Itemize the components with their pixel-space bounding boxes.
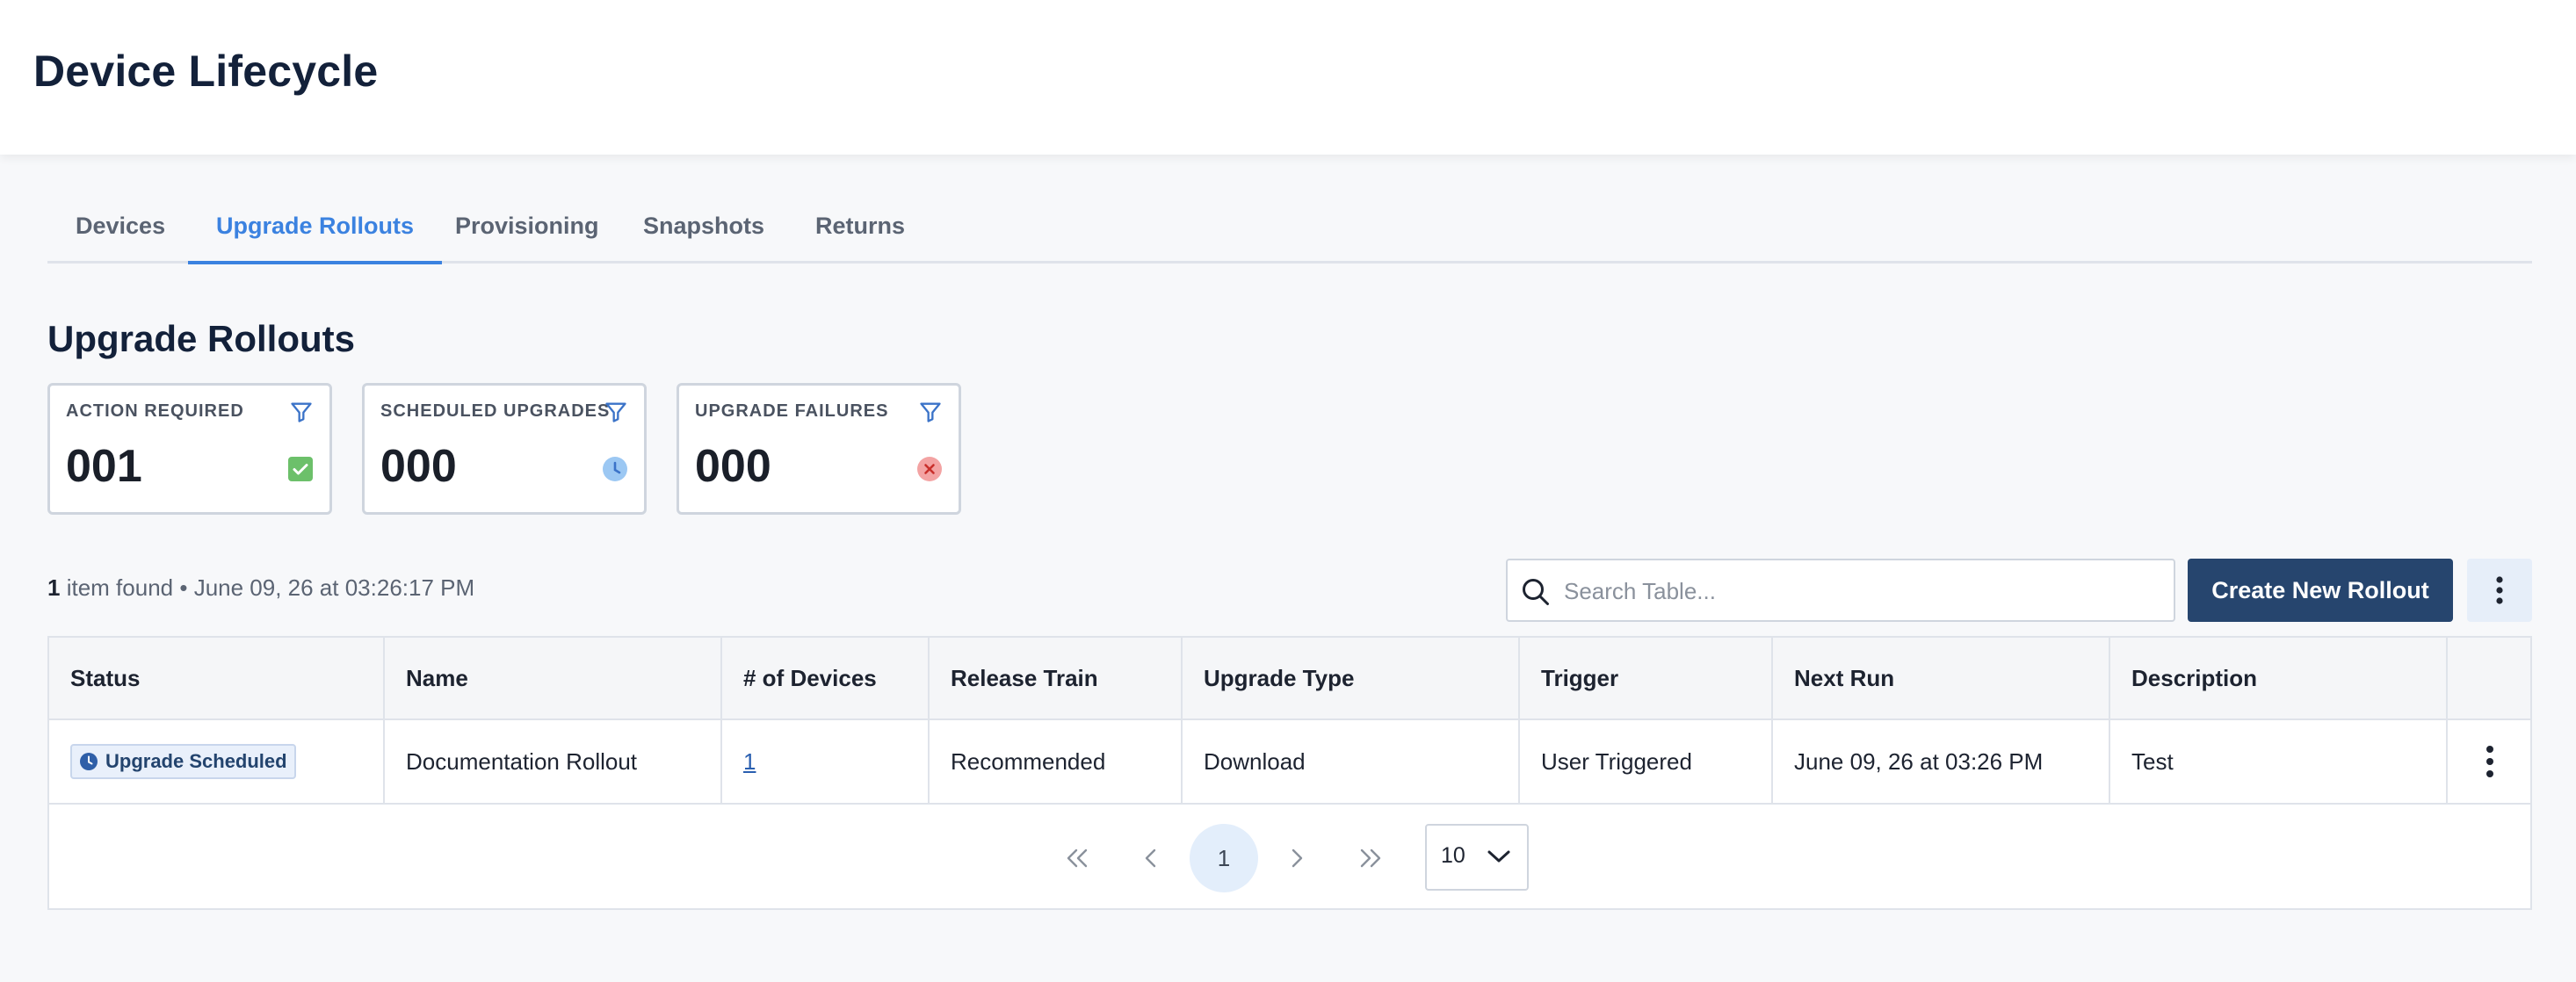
- item-count-suffix: item found: [66, 574, 174, 601]
- action-required-card[interactable]: ACTION REQUIRED 001: [47, 383, 332, 515]
- chevron-down-icon: [1487, 850, 1510, 863]
- card-label: SCHEDULED UPGRADES: [380, 401, 611, 421]
- search-input[interactable]: [1564, 569, 2161, 613]
- cell-upgrade-type: Download: [1183, 720, 1520, 803]
- pagination: 1 10: [49, 805, 2530, 910]
- more-options-button[interactable]: [2467, 559, 2532, 622]
- page-size-select[interactable]: 10: [1425, 824, 1529, 891]
- clock-icon: [80, 753, 98, 770]
- column-header-description[interactable]: Description: [2110, 638, 2448, 718]
- chevron-right-icon: [1292, 848, 1303, 868]
- last-page-button[interactable]: [1344, 826, 1397, 891]
- table-header-row: Status Name # of Devices Release Train U…: [49, 638, 2530, 720]
- page-header: Device Lifecycle: [0, 0, 2576, 155]
- cell-status: Upgrade Scheduled: [49, 720, 385, 803]
- column-header-devices[interactable]: # of Devices: [722, 638, 930, 718]
- x-circle-icon: [916, 456, 943, 482]
- items-found-text: 1 item found • June 09, 26 at 03:26:17 P…: [47, 574, 474, 602]
- last-updated-timestamp: June 09, 26 at 03:26:17 PM: [193, 574, 475, 601]
- column-header-trigger[interactable]: Trigger: [1520, 638, 1773, 718]
- upgrade-failures-card[interactable]: UPGRADE FAILURES 000: [677, 383, 961, 515]
- column-header-next-run[interactable]: Next Run: [1773, 638, 2110, 718]
- double-chevron-left-icon: [1067, 848, 1088, 868]
- cell-name: Documentation Rollout: [385, 720, 722, 803]
- tab-snapshots[interactable]: Snapshots: [615, 202, 792, 264]
- tab-upgrade-rollouts[interactable]: Upgrade Rollouts: [188, 202, 443, 264]
- kebab-menu-icon: [2496, 576, 2503, 604]
- search-box[interactable]: [1506, 559, 2175, 622]
- cell-description: Test: [2110, 720, 2448, 803]
- status-badge: Upgrade Scheduled: [70, 744, 296, 779]
- separator-dot: •: [179, 574, 188, 601]
- page-size-value: 10: [1441, 843, 1465, 868]
- tab-devices[interactable]: Devices: [47, 202, 193, 264]
- tab-returns[interactable]: Returns: [787, 202, 933, 264]
- kebab-menu-icon: [2486, 746, 2493, 777]
- item-count: 1: [47, 574, 61, 601]
- create-new-rollout-button[interactable]: Create New Rollout: [2188, 559, 2453, 622]
- clock-icon: [602, 456, 628, 482]
- card-label: UPGRADE FAILURES: [695, 401, 889, 421]
- double-chevron-right-icon: [1360, 848, 1381, 868]
- tab-bar: Devices Upgrade Rollouts Provisioning Sn…: [47, 202, 2532, 264]
- cell-next-run: June 09, 26 at 03:26 PM: [1773, 720, 2110, 803]
- cell-devices: 1: [722, 720, 930, 803]
- filter-icon[interactable]: [918, 400, 943, 424]
- table-row[interactable]: Upgrade Scheduled Documentation Rollout …: [49, 720, 2530, 805]
- column-header-upgrade-type[interactable]: Upgrade Type: [1183, 638, 1520, 718]
- chevron-left-icon: [1145, 848, 1156, 868]
- device-count-link[interactable]: 1: [743, 748, 756, 776]
- check-icon: [287, 456, 314, 482]
- rollouts-table: Status Name # of Devices Release Train U…: [47, 636, 2532, 910]
- column-header-name[interactable]: Name: [385, 638, 722, 718]
- card-label: ACTION REQUIRED: [66, 401, 244, 421]
- row-actions-button[interactable]: [2448, 720, 2532, 803]
- cell-trigger: User Triggered: [1520, 720, 1773, 803]
- card-value: 001: [66, 441, 142, 492]
- previous-page-button[interactable]: [1125, 826, 1177, 891]
- current-page-button[interactable]: 1: [1190, 824, 1258, 892]
- tab-provisioning[interactable]: Provisioning: [427, 202, 627, 264]
- first-page-button[interactable]: [1051, 826, 1103, 891]
- cell-release-train: Recommended: [930, 720, 1183, 803]
- next-page-button[interactable]: [1270, 826, 1323, 891]
- column-header-actions: [2448, 638, 2532, 718]
- column-header-status[interactable]: Status: [49, 638, 385, 718]
- card-value: 000: [695, 441, 771, 492]
- filter-icon[interactable]: [289, 400, 314, 424]
- card-value: 000: [380, 441, 457, 492]
- search-icon: [1523, 579, 1549, 605]
- column-header-release-train[interactable]: Release Train: [930, 638, 1183, 718]
- status-badge-label: Upgrade Scheduled: [105, 750, 287, 772]
- section-title: Upgrade Rollouts: [47, 318, 356, 359]
- scheduled-upgrades-card[interactable]: SCHEDULED UPGRADES 000: [362, 383, 647, 515]
- page-title: Device Lifecycle: [33, 47, 379, 96]
- filter-icon[interactable]: [604, 400, 628, 424]
